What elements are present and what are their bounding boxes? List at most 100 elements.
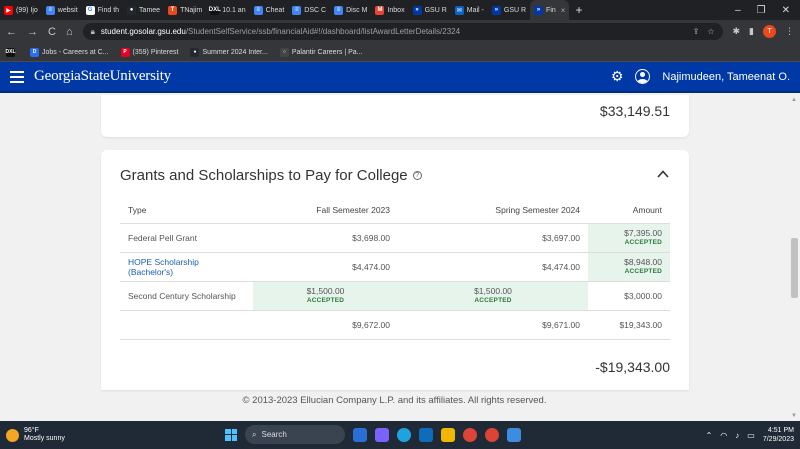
- chevron-up-icon[interactable]: [657, 168, 669, 180]
- bookmark-item[interactable]: DXL: [6, 47, 18, 57]
- bookmark-favicon-icon: ●: [190, 47, 200, 57]
- close-tab-icon[interactable]: ×: [561, 6, 566, 15]
- clock-date: 7/29/2023: [762, 436, 794, 443]
- user-icon[interactable]: [635, 69, 651, 84]
- tab-title: TNajim: [180, 6, 203, 14]
- browser-tab[interactable]: ✉ Mail -: [451, 0, 488, 20]
- bookmark-star-icon[interactable]: ☆: [707, 27, 714, 36]
- grants-card: Grants and Scholarships to Pay for Colle…: [101, 150, 689, 390]
- browser-tab[interactable]: ≡ DSC C: [288, 0, 330, 20]
- tab-favicon-icon: »: [412, 5, 422, 15]
- scroll-down-icon[interactable]: ▼: [791, 413, 797, 419]
- folder-icon[interactable]: [441, 427, 455, 442]
- gear-icon[interactable]: ⚙: [611, 68, 624, 85]
- table-row: Federal Pell Grant $3,698.00 $3,697.00 $…: [120, 223, 670, 253]
- mail-app-icon[interactable]: [419, 427, 433, 442]
- volume-icon[interactable]: ♪: [735, 431, 739, 440]
- close-window-icon[interactable]: ✕: [782, 5, 790, 16]
- tab-favicon-icon: T: [168, 5, 178, 15]
- clock-time: 4:51 PM: [767, 427, 794, 434]
- bookmark-favicon-icon: D: [30, 47, 39, 57]
- row-spring: $3,697.00: [398, 223, 588, 253]
- help-icon[interactable]: ?: [412, 171, 422, 180]
- restore-icon[interactable]: ❐: [757, 5, 766, 16]
- reload-icon[interactable]: C: [48, 26, 56, 38]
- tab-title: DSC C: [304, 6, 327, 14]
- share-icon[interactable]: ⇪: [693, 27, 700, 36]
- hamburger-menu-icon[interactable]: [10, 70, 24, 83]
- bookmark-item[interactable]: D Jobs - Careers at C...: [30, 47, 109, 57]
- clock[interactable]: 4:51 PM 7/29/2023: [763, 426, 794, 444]
- bookmark-item[interactable]: ● Summer 2024 Inter...: [190, 47, 268, 57]
- battery-icon[interactable]: ▭: [747, 431, 755, 440]
- url-path: /StudentSelfService/ssb/financialAid#!/d…: [185, 27, 461, 36]
- menu-kebab-icon[interactable]: ⋮: [785, 26, 794, 37]
- url-host: student.gosolar.gsu.edu: [100, 27, 186, 36]
- row-type: HOPE Scholarship (Bachelor's): [120, 252, 253, 282]
- tab-favicon-icon: ≡: [334, 5, 344, 15]
- extensions-icon[interactable]: ✱: [733, 26, 741, 37]
- tab-title: GSU R: [424, 6, 447, 14]
- page-scrollbar[interactable]: ▲ ▼: [789, 95, 800, 421]
- tab-title: Disc M: [346, 6, 368, 14]
- tab-favicon-icon: ●: [127, 5, 137, 15]
- amount-value: $7,395.00: [624, 227, 662, 238]
- bookmarks-bar: DXL D Jobs - Careers at C... P (359) Pintere…: [0, 43, 800, 62]
- browser-tab[interactable]: M Inbox: [371, 0, 408, 20]
- weather-widget[interactable]: 96°F Mostly sunny: [6, 427, 126, 443]
- os-taskbar: 96°F Mostly sunny ⌕ Search ⌃ ◠ ♪ ▭ 4:51 …: [0, 421, 800, 449]
- chrome-profile-icon[interactable]: [485, 427, 499, 442]
- row-fall: $3,698.00: [253, 223, 398, 253]
- browser-tab[interactable]: ● Tamee: [123, 0, 164, 20]
- minimize-icon[interactable]: –: [735, 5, 741, 16]
- browser-tab[interactable]: G Find th: [82, 0, 123, 20]
- chrome-icon[interactable]: [463, 427, 477, 442]
- bookmark-label: Jobs - Careers at C...: [42, 48, 109, 56]
- tab-title: Mail -: [466, 6, 484, 14]
- gsu-logo[interactable]: GeorgiaStateUniversity: [34, 68, 171, 85]
- accepted-badge: ACCEPTED: [624, 238, 662, 246]
- browser-tab[interactable]: ≡ Disc M: [330, 0, 371, 20]
- profile-avatar[interactable]: T: [763, 25, 776, 38]
- bookmark-item[interactable]: ○ Palantir Careers | Pa...: [279, 47, 363, 57]
- row-type: Federal Pell Grant: [120, 223, 253, 253]
- hope-scholarship-link[interactable]: HOPE Scholarship (Bachelor's): [128, 257, 199, 277]
- accepted-badge: ACCEPTED: [306, 296, 345, 304]
- user-name[interactable]: Najimudeen, Tameenat O.: [662, 71, 790, 83]
- browser-tab[interactable]: ≡ websit: [42, 0, 82, 20]
- windows-start-icon[interactable]: [225, 428, 237, 441]
- scroll-up-icon[interactable]: ▲: [791, 97, 797, 103]
- photos-icon[interactable]: [507, 427, 521, 442]
- total-spring: $9,671.00: [398, 310, 588, 340]
- browser-toolbar: ← → C ⌂ 🔒︎ student.gosolar.gsu.edu/Stude…: [0, 20, 800, 43]
- tab-title: (99) Ijo: [16, 6, 38, 14]
- teams-icon[interactable]: [375, 427, 389, 442]
- browser-tab[interactable]: T TNajim: [164, 0, 206, 20]
- browser-tab[interactable]: DXL 10.1 an: [206, 0, 249, 20]
- scrollbar-thumb[interactable]: [791, 238, 798, 298]
- browser-tab[interactable]: » GSU R: [488, 0, 530, 20]
- edge-icon[interactable]: [397, 427, 411, 442]
- browser-tab[interactable]: » GSU R: [409, 0, 451, 20]
- forward-icon[interactable]: →: [27, 26, 38, 38]
- weather-condition: Mostly sunny: [24, 435, 65, 442]
- browser-tab[interactable]: ≡ Cheat: [250, 0, 289, 20]
- bookmark-label: Palantir Careers | Pa...: [291, 48, 363, 56]
- table-header-row: Type Fall Semester 2023 Spring Semester …: [120, 198, 670, 224]
- browser-tab[interactable]: ▶ (99) Ijo: [0, 0, 42, 20]
- address-bar[interactable]: 🔒︎ student.gosolar.gsu.edu/StudentSelfSe…: [82, 23, 723, 40]
- grants-title: Grants and Scholarships to Pay for Colle…: [120, 167, 422, 184]
- row-amount: $3,000.00: [588, 281, 670, 311]
- home-icon[interactable]: ⌂: [66, 26, 73, 38]
- wifi-icon[interactable]: ◠: [720, 431, 727, 440]
- fall-value: $1,500.00: [306, 285, 345, 296]
- back-icon[interactable]: ←: [6, 26, 17, 38]
- bookmark-item[interactable]: P (359) Pinterest: [120, 47, 178, 57]
- file-explorer-icon[interactable]: [353, 427, 367, 442]
- chevron-up-tray-icon[interactable]: ⌃: [706, 431, 713, 440]
- new-tab-button[interactable]: +: [569, 3, 588, 17]
- sidepanel-icon[interactable]: ▮: [749, 26, 754, 37]
- browser-tab[interactable]: » Fin ×: [530, 0, 570, 20]
- bookmark-favicon-icon: P: [120, 47, 130, 57]
- taskbar-search[interactable]: ⌕ Search: [245, 425, 345, 444]
